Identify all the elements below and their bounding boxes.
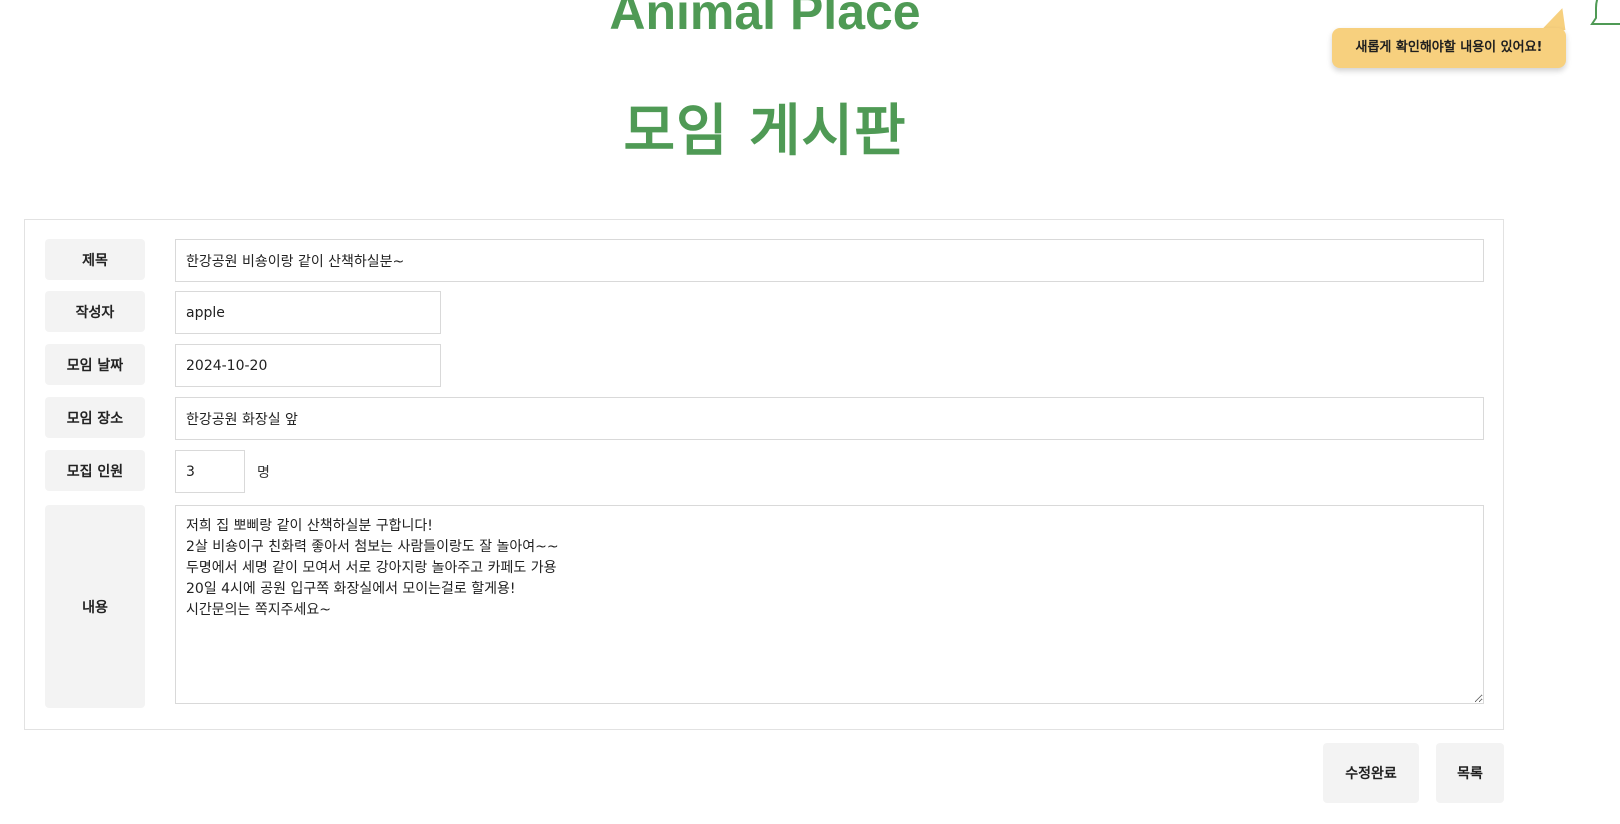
save-button[interactable]: 수정완료 (1323, 743, 1419, 803)
author-input[interactable] (175, 291, 441, 334)
meeting-date-label: 모임 날짜 (45, 344, 145, 385)
content-textarea[interactable]: 저희 집 뽀삐랑 같이 산책하실분 구합니다! 2살 비숑이구 친화력 좋아서 … (175, 505, 1484, 704)
notification-bubble[interactable]: 새롭게 확인해야할 내용이 있어요! (1332, 28, 1566, 68)
board-title: 모임 게시판 (623, 99, 907, 164)
recruit-count-input[interactable] (175, 450, 245, 493)
list-button[interactable]: 목록 (1436, 743, 1504, 803)
meeting-place-label: 모임 장소 (45, 397, 145, 438)
meeting-place-input[interactable] (175, 397, 1484, 440)
title-label: 제목 (45, 239, 145, 280)
meeting-date-input[interactable] (175, 344, 441, 387)
content-label: 내용 (45, 505, 145, 708)
recruit-count-unit: 명 (257, 465, 270, 481)
page: Animal Place 모임 게시판 새롭게 확인해야할 내용이 있어요! 제… (0, 0, 1620, 824)
bell-icon[interactable] (1590, 0, 1620, 32)
title-input[interactable] (175, 239, 1484, 282)
site-title[interactable]: Animal Place (0, 0, 1530, 42)
author-label: 작성자 (45, 291, 145, 332)
meeting-edit-form: 제목 작성자 모임 날짜 모임 장소 모집 인원 명 내용 저희 집 뽀삐랑 같… (24, 219, 1504, 730)
recruit-count-label: 모집 인원 (45, 450, 145, 491)
